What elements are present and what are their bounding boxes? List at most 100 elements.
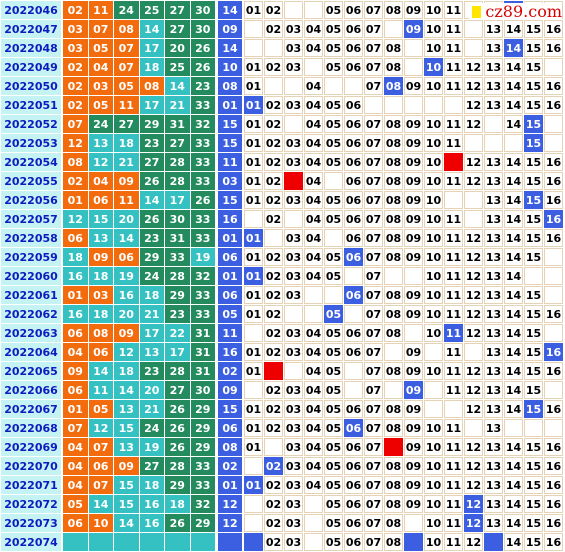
grid-cell: 05 bbox=[324, 267, 343, 285]
grid-cell: 06 bbox=[344, 343, 363, 361]
grid-cell: 11 bbox=[444, 1, 463, 19]
period-cell: 2022057 bbox=[1, 210, 61, 228]
red-ball-cell: 29 bbox=[190, 400, 215, 418]
grid-cell: 03 bbox=[284, 400, 303, 418]
red-ball-cell: 19 bbox=[114, 267, 139, 285]
red-ball-cell: 14 bbox=[165, 77, 190, 95]
red-ball-cell: 33 bbox=[190, 172, 215, 190]
red-ball-cell: 28 bbox=[165, 457, 190, 475]
grid-cell: 09 bbox=[404, 248, 423, 266]
grid-cell bbox=[284, 77, 303, 95]
grid-cell: 16 bbox=[544, 39, 563, 57]
grid-cell bbox=[384, 343, 403, 361]
red-ball-cell: 03 bbox=[63, 20, 88, 38]
red-ball-cell: 11 bbox=[114, 191, 139, 209]
grid-cell: 06 bbox=[344, 495, 363, 513]
red-ball-cell: 13 bbox=[88, 229, 113, 247]
grid-cell: 01 bbox=[244, 77, 263, 95]
red-ball-cell: 23 bbox=[165, 305, 190, 323]
grid-cell: 04 bbox=[304, 191, 323, 209]
red-ball-cell: 06 bbox=[63, 229, 88, 247]
grid-cell: 08 bbox=[384, 457, 403, 475]
grid-cell bbox=[284, 210, 303, 228]
grid-cell: 12 bbox=[464, 248, 483, 266]
red-ball-cell: 11 bbox=[88, 381, 113, 399]
grid-cell: 09 bbox=[404, 400, 423, 418]
grid-cell: 10 bbox=[424, 438, 443, 456]
grid-cell bbox=[464, 20, 483, 38]
grid-cell: 15 bbox=[524, 400, 543, 418]
grid-cell: 14 bbox=[504, 476, 523, 494]
grid-cell: 04 bbox=[304, 39, 323, 57]
grid-cell: 07 bbox=[364, 400, 383, 418]
red-ball-cell: 26 bbox=[165, 438, 190, 456]
grid-cell bbox=[404, 324, 423, 342]
red-ball-cell: 31 bbox=[165, 229, 190, 247]
grid-cell: 02 bbox=[264, 210, 283, 228]
red-ball-cell: 09 bbox=[114, 324, 139, 342]
red-ball-cell: 11 bbox=[114, 96, 139, 114]
red-ball-cell: 06 bbox=[63, 381, 88, 399]
grid-cell: 16 bbox=[544, 495, 563, 513]
grid-cell: 05 bbox=[324, 533, 343, 551]
grid-cell bbox=[324, 172, 343, 190]
grid-cell: 07 bbox=[364, 533, 383, 551]
grid-cell: 13 bbox=[484, 191, 503, 209]
grid-cell: 08 bbox=[384, 77, 403, 95]
red-ball-cell: 20 bbox=[114, 305, 139, 323]
red-ball-cell: 30 bbox=[190, 1, 215, 19]
grid-cell: 10 bbox=[424, 58, 443, 76]
grid-cell bbox=[504, 419, 523, 437]
red-ball-cell: 07 bbox=[88, 20, 113, 38]
red-ball-cell: 24 bbox=[139, 267, 164, 285]
grid-cell: 03 bbox=[284, 381, 303, 399]
red-ball-cell: 06 bbox=[114, 248, 139, 266]
grid-cell: 03 bbox=[284, 514, 303, 532]
grid-cell: 07 bbox=[364, 134, 383, 152]
grid-cell: 05 bbox=[324, 438, 343, 456]
grid-cell bbox=[404, 58, 423, 76]
period-cell: 2022073 bbox=[1, 514, 61, 532]
grid-cell: 10 bbox=[424, 248, 443, 266]
grid-cell bbox=[464, 343, 483, 361]
grid-cell bbox=[284, 172, 303, 190]
grid-cell: 14 bbox=[504, 153, 523, 171]
grid-cell: 13 bbox=[484, 381, 503, 399]
red-ball-cell: 18 bbox=[63, 248, 88, 266]
grid-cell: 13 bbox=[484, 476, 503, 494]
red-ball-cell: 19 bbox=[190, 248, 215, 266]
red-ball-cell: 12 bbox=[88, 419, 113, 437]
red-ball-cell: 11 bbox=[88, 1, 113, 19]
red-ball-cell: 23 bbox=[139, 229, 164, 247]
red-ball-cell: 26 bbox=[190, 58, 215, 76]
blue-ball-cell: 06 bbox=[218, 419, 242, 437]
red-ball-cell: 18 bbox=[165, 495, 190, 513]
grid-cell: 06 bbox=[344, 96, 363, 114]
grid-cell: 05 bbox=[324, 191, 343, 209]
red-ball-cell: 02 bbox=[63, 96, 88, 114]
red-ball-cell: 03 bbox=[88, 286, 113, 304]
red-ball-cell: 07 bbox=[63, 419, 88, 437]
grid-cell: 14 bbox=[504, 343, 523, 361]
grid-cell: 14 bbox=[504, 305, 523, 323]
period-cell: 2022067 bbox=[1, 400, 61, 418]
grid-cell: 02 bbox=[264, 172, 283, 190]
grid-cell: 10 bbox=[424, 362, 443, 380]
grid-cell: 15 bbox=[524, 495, 543, 513]
red-ball-cell: 23 bbox=[190, 77, 215, 95]
red-ball-cell: 24 bbox=[114, 1, 139, 19]
red-ball-cell: 33 bbox=[190, 286, 215, 304]
red-ball-cell: 05 bbox=[63, 495, 88, 513]
grid-cell: 16 bbox=[544, 210, 563, 228]
grid-cell: 05 bbox=[324, 210, 343, 228]
blue-ball-cell: 12 bbox=[218, 495, 242, 513]
grid-cell: 02 bbox=[264, 419, 283, 437]
grid-cell: 15 bbox=[524, 248, 543, 266]
grid-cell: 03 bbox=[284, 248, 303, 266]
grid-cell: 10 bbox=[424, 514, 443, 532]
grid-cell bbox=[344, 267, 363, 285]
grid-cell: 13 bbox=[484, 419, 503, 437]
grid-cell: 10 bbox=[424, 533, 443, 551]
grid-cell bbox=[344, 381, 363, 399]
blue-ball-cell: 09 bbox=[218, 20, 242, 38]
